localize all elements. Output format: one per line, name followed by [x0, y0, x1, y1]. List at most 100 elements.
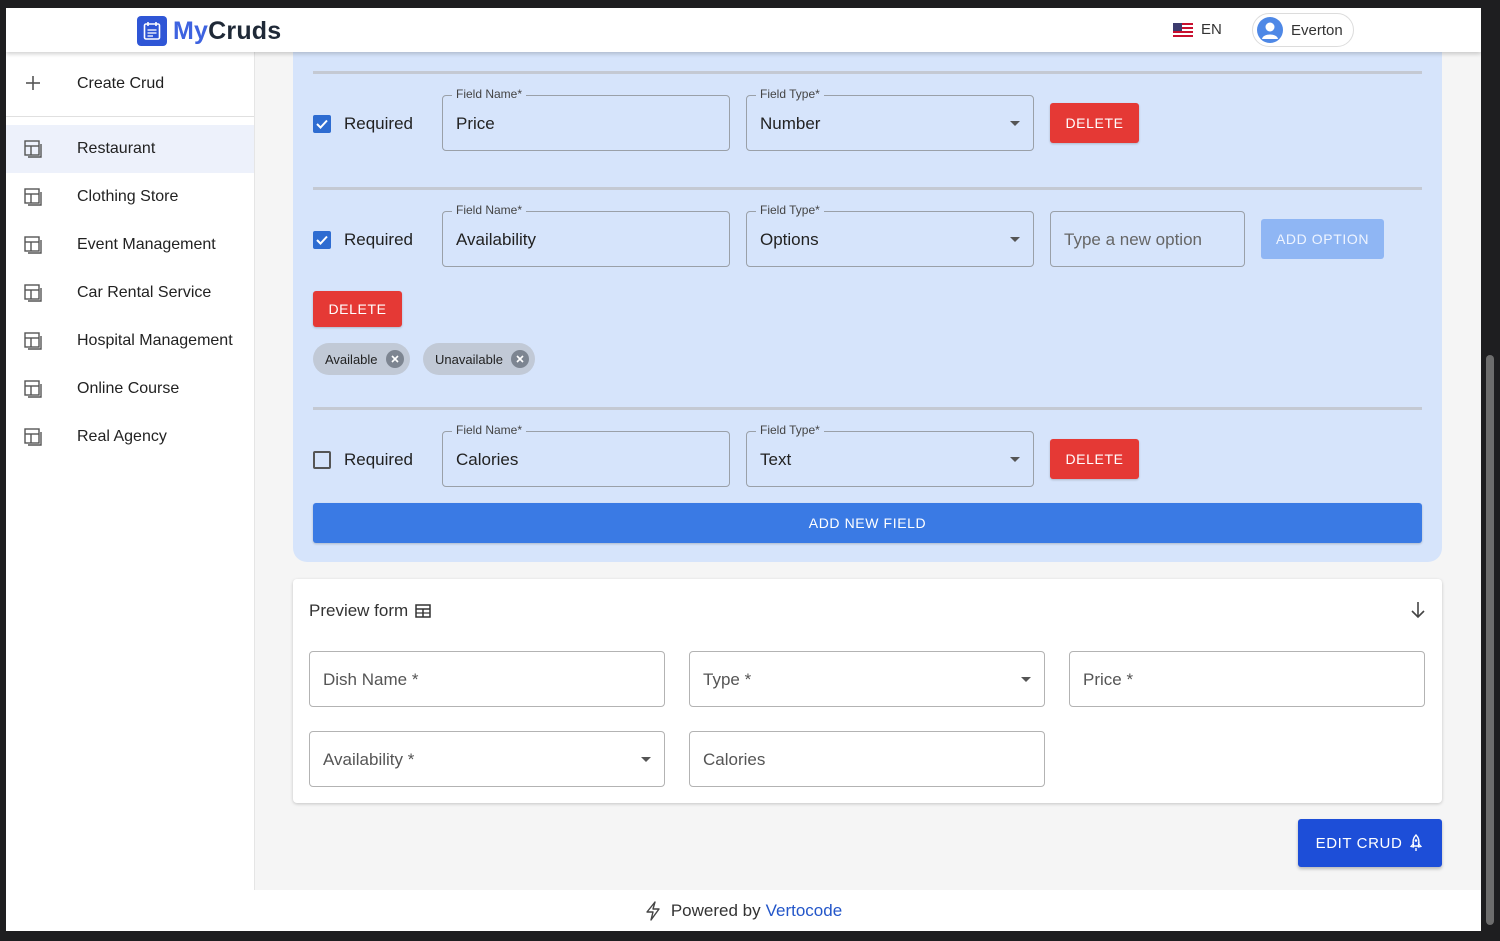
app-logo[interactable]: MyCruds	[137, 16, 281, 46]
required-checkbox[interactable]: Required	[313, 114, 413, 134]
field-name-label-text: Field Name	[456, 203, 518, 217]
required-label: Required	[344, 230, 413, 249]
required-asterisk: *	[1126, 670, 1134, 689]
field-name-input[interactable]: Field Name* Price	[442, 87, 730, 151]
table-layout-icon	[6, 235, 60, 255]
preview-availability-select[interactable]: Availability *	[309, 731, 665, 787]
footer: Powered by Vertocode	[6, 890, 1481, 931]
language-code: EN	[1201, 21, 1222, 38]
field-name-input[interactable]: Field Name* Availability	[442, 203, 730, 267]
preview-field-label: Dish Name *	[323, 670, 418, 690]
page-scrollbar[interactable]	[1486, 355, 1494, 925]
field-name-label: Field Name*	[452, 203, 527, 217]
caret-down-icon	[1010, 121, 1020, 126]
preview-type-select[interactable]: Type *	[689, 651, 1045, 707]
sidebar: Create Crud Restaurant Clothing Store Ev…	[6, 52, 255, 890]
preview-field-label: Type *	[703, 670, 751, 690]
preview-label-text: Availability	[323, 750, 404, 769]
delete-field-button[interactable]: DELETE	[1050, 103, 1139, 143]
create-crud-label: Create Crud	[77, 75, 165, 92]
field-name-label: Field Name*	[452, 87, 527, 101]
preview-label-text: Dish Name	[323, 670, 408, 689]
checkbox-empty-icon	[313, 451, 331, 469]
close-circle-icon[interactable]	[385, 350, 404, 368]
delete-field-button[interactable]: DELETE	[313, 291, 402, 327]
field-name-value: Calories	[456, 450, 519, 469]
sidebar-item-label: Real Agency	[77, 428, 167, 445]
table-layout-icon	[6, 187, 60, 207]
required-asterisk: *	[517, 87, 523, 101]
caret-down-icon	[1010, 237, 1020, 242]
field-name-input[interactable]: Field Name* Calories	[442, 423, 730, 487]
rocket-icon	[1408, 834, 1424, 852]
preview-price-input[interactable]: Price *	[1069, 651, 1425, 707]
app-header: MyCruds EN Everton	[6, 8, 1481, 52]
add-option-button[interactable]: ADD OPTION	[1261, 219, 1384, 259]
required-asterisk: *	[407, 750, 415, 769]
field-type-select[interactable]: Field Type* Text	[746, 423, 1034, 487]
sidebar-item-real-agency[interactable]: Real Agency	[6, 413, 254, 461]
edit-crud-button[interactable]: EDIT CRUD	[1298, 819, 1442, 867]
language-selector[interactable]: EN	[1173, 21, 1222, 38]
create-crud-button[interactable]: Create Crud	[6, 52, 254, 117]
field-type-value: Options	[760, 230, 819, 249]
sidebar-item-hospital-management[interactable]: Hospital Management	[6, 317, 254, 365]
sidebar-item-online-course[interactable]: Online Course	[6, 365, 254, 413]
required-asterisk: *	[815, 87, 820, 101]
sidebar-item-clothing-store[interactable]: Clothing Store	[6, 173, 254, 221]
required-asterisk: *	[411, 670, 419, 689]
field-name-value: Availability	[456, 230, 537, 249]
option-chip: Unavailable	[423, 343, 535, 375]
sidebar-item-label: Restaurant	[77, 140, 156, 157]
sidebar-item-label: Clothing Store	[77, 188, 179, 205]
vertocode-link[interactable]: Vertocode	[766, 901, 843, 921]
field-name-value: Price	[456, 114, 495, 133]
sidebar-item-car-rental-service[interactable]: Car Rental Service	[6, 269, 254, 317]
field-type-label: Field Type*	[756, 203, 824, 217]
add-new-field-button[interactable]: ADD NEW FIELD	[313, 503, 1422, 543]
table-layout-icon	[6, 427, 60, 447]
preview-field-label: Calories	[703, 750, 766, 769]
sidebar-item-event-management[interactable]: Event Management	[6, 221, 254, 269]
field-type-label: Field Type*	[756, 87, 824, 101]
app-window: MyCruds EN Everton Create Crud Restauran…	[6, 8, 1481, 931]
sidebar-item-label: Online Course	[77, 380, 180, 397]
required-label: Required	[344, 450, 413, 469]
field-type-value: Text	[760, 450, 792, 469]
field-divider	[313, 407, 1422, 410]
field-type-label-text: Field Type	[760, 87, 816, 101]
required-checkbox[interactable]: Required	[313, 450, 413, 470]
preview-field-label: Price *	[1083, 670, 1133, 690]
option-chip-label: Unavailable	[435, 351, 503, 367]
caret-down-icon	[1021, 677, 1031, 682]
table-icon	[415, 604, 431, 618]
preview-calories-input[interactable]: Calories	[689, 731, 1045, 787]
option-chip-label: Available	[325, 351, 378, 367]
field-name-label: Field Name*	[452, 423, 527, 437]
preview-dish-name-input[interactable]: Dish Name *	[309, 651, 665, 707]
arrow-down-icon[interactable]	[1410, 601, 1426, 624]
new-option-input[interactable]: Type a new option	[1050, 211, 1245, 267]
powered-by-text: Powered by	[670, 900, 761, 920]
field-type-label: Field Type*	[756, 423, 824, 437]
check-icon	[313, 115, 331, 133]
field-type-select[interactable]: Field Type* Options	[746, 203, 1034, 267]
preview-title-text: Preview form	[309, 601, 409, 620]
user-menu[interactable]: Everton	[1252, 13, 1354, 47]
edit-crud-label: EDIT CRUD	[1315, 834, 1403, 852]
sidebar-item-restaurant[interactable]: Restaurant	[6, 125, 254, 173]
caret-down-icon	[1010, 457, 1020, 462]
close-circle-icon[interactable]	[510, 350, 529, 368]
logo-cruds: Cruds	[208, 16, 282, 45]
preview-form-title: Preview form	[309, 601, 431, 621]
preview-form-card: Preview form Dish Name * Type * Price * …	[293, 579, 1442, 803]
calendar-logo-icon	[137, 16, 167, 46]
check-icon	[313, 231, 331, 249]
plus-icon	[6, 70, 60, 98]
logo-my: My	[173, 16, 209, 45]
sidebar-item-label: Hospital Management	[77, 332, 233, 349]
field-type-select[interactable]: Field Type* Number	[746, 87, 1034, 151]
required-checkbox[interactable]: Required	[313, 230, 413, 250]
delete-field-button[interactable]: DELETE	[1050, 439, 1139, 479]
us-flag-icon	[1173, 22, 1193, 37]
